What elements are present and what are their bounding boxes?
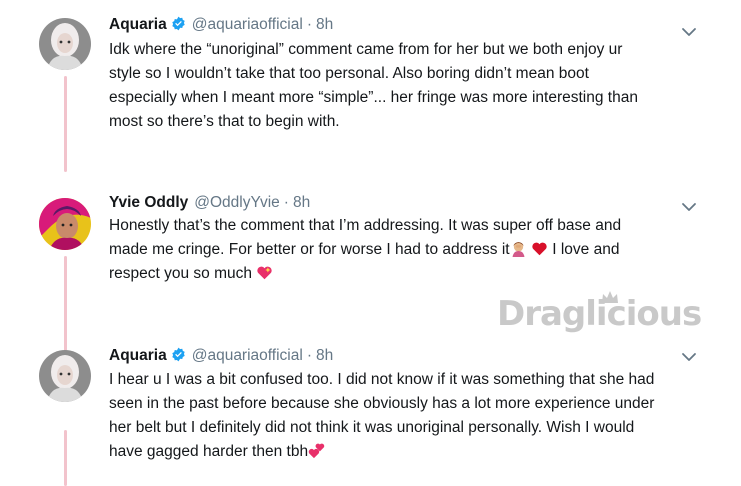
display-name[interactable]: Yvie Oddly: [109, 194, 188, 212]
tweet-header: Aquaria @aquariaofficial · 8h: [109, 345, 333, 367]
tweet-text: Idk where the “unoriginal” comment came …: [109, 38, 709, 134]
tweet-text: I hear u I was a bit confused too. I did…: [109, 368, 709, 464]
verified-badge-icon: [172, 16, 185, 31]
thread-connector: [64, 430, 67, 486]
tweet-text-line: style so I wouldn’t take that too person…: [109, 65, 589, 82]
avatar-aquaria-icon: [39, 18, 91, 70]
tweet-header: Yvie Oddly @OddlyYvie · 8h: [109, 194, 310, 216]
separator: ·: [306, 347, 312, 364]
avatar[interactable]: [39, 18, 91, 70]
tweet-text-line: most so there’s that to begin with.: [109, 113, 340, 130]
tweet-text-line: seen in the past before because she obvi…: [109, 395, 655, 412]
watermark-logo: Draglicious: [497, 290, 709, 348]
tweet-text-line: her belt but I definitely did not think …: [109, 419, 635, 436]
chevron-down-icon[interactable]: [681, 351, 697, 363]
tweet-text-line: especially when I meant more “simple”...…: [109, 89, 638, 106]
tweet-text-segment: made me cringe. For better or for worse …: [109, 241, 510, 258]
two-hearts-emoji-icon: [308, 443, 325, 459]
separator: ·: [283, 194, 289, 211]
separator: ·: [306, 16, 312, 33]
display-name[interactable]: Aquaria: [109, 16, 167, 34]
avatar-aquaria-icon: [39, 350, 91, 402]
woman-facepalming-emoji-icon: [512, 242, 525, 257]
chevron-down-icon[interactable]: [681, 201, 697, 213]
handle[interactable]: @OddlyYvie: [194, 194, 280, 212]
timestamp[interactable]: 8h: [316, 16, 333, 34]
verified-badge-icon: [172, 347, 185, 362]
tweet-text: Honestly that’s the comment that I’m add…: [109, 214, 709, 286]
avatar[interactable]: [39, 350, 91, 402]
sparkling-heart-emoji-icon: [257, 266, 272, 280]
tweet-text-segment: have gagged harder then tbh: [109, 443, 309, 460]
tweet-text-segment: I love and: [552, 241, 620, 258]
handle[interactable]: @aquariaofficial: [192, 16, 303, 34]
tweet-thread: Aquaria @aquariaofficial · 8h Idk where …: [0, 0, 741, 486]
avatar[interactable]: [39, 198, 91, 250]
display-name[interactable]: Aquaria: [109, 347, 167, 365]
tweet-text-line: Idk where the “unoriginal” comment came …: [109, 41, 623, 58]
tweet-text-line-with-emoji: respect you so much: [109, 262, 709, 286]
tweet-text-line-with-emoji: have gagged harder then tbh: [109, 440, 709, 464]
tweet-text-segment: respect you so much: [109, 265, 253, 282]
avatar-yvie-icon: [39, 198, 91, 250]
thread-connector: [64, 256, 67, 352]
tweet-text-line: Honestly that’s the comment that I’m add…: [109, 217, 622, 234]
timestamp[interactable]: 8h: [293, 194, 310, 212]
chevron-down-icon[interactable]: [681, 26, 697, 38]
handle[interactable]: @aquariaofficial: [192, 347, 303, 365]
tweet-text-line: I hear u I was a bit confused too. I did…: [109, 371, 655, 388]
tweet-text-line-with-emoji: made me cringe. For better or for worse …: [109, 238, 709, 262]
tweet-header: Aquaria @aquariaofficial · 8h: [109, 14, 333, 36]
red-heart-emoji-icon: [532, 242, 547, 256]
watermark-text: Draglicious: [497, 294, 702, 334]
timestamp[interactable]: 8h: [316, 347, 333, 365]
thread-connector: [64, 76, 67, 172]
